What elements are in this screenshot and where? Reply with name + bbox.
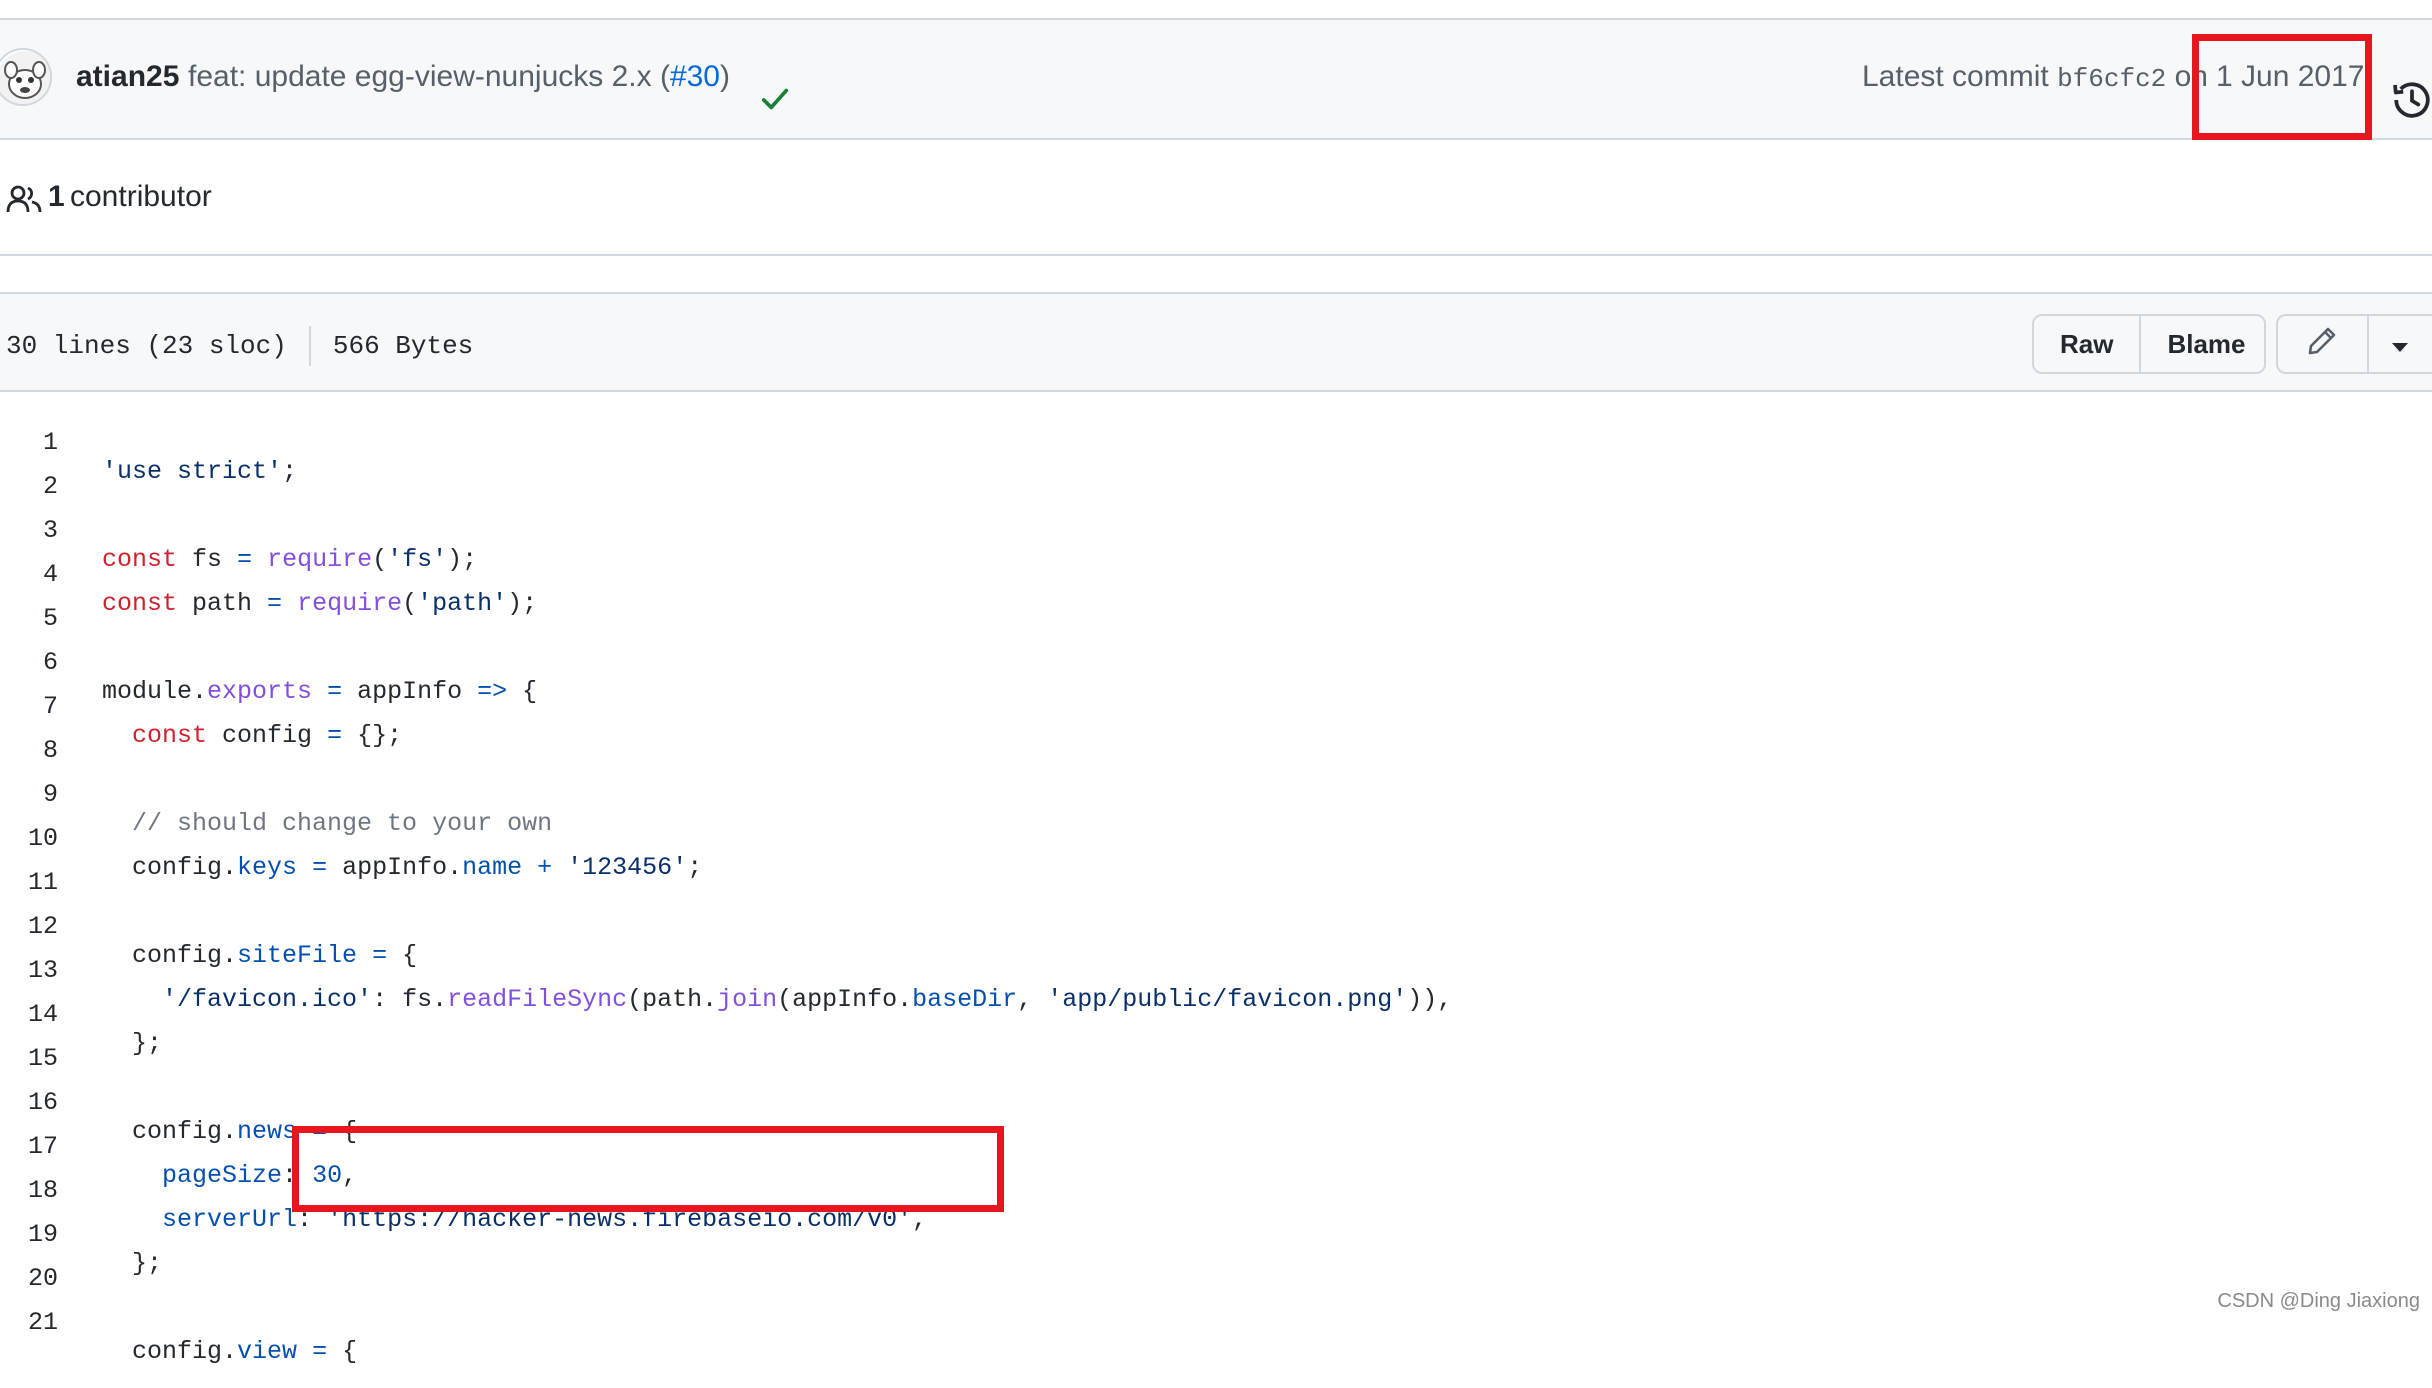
code-line: 9 // should change to your own <box>0 744 2432 788</box>
watermark: CSDN @Ding Jiaxiong <box>2217 1290 2420 1313</box>
latest-commit-bar: atian25 feat: update egg-view-nunjucks 2… <box>0 20 2432 140</box>
edit-button[interactable] <box>2278 316 2367 372</box>
people-icon <box>6 184 42 214</box>
contributors-bar: 1 contributor <box>0 140 2432 256</box>
commit-author[interactable]: atian25 <box>76 60 179 94</box>
commit-sha[interactable]: bf6cfc2 <box>2057 64 2166 94</box>
code-line: 4 const path = require('path'); <box>0 524 2432 568</box>
pull-request-link[interactable]: #30 <box>670 60 720 93</box>
commit-message-text[interactable]: feat: update egg-view-nunjucks 2.x ( <box>188 60 670 93</box>
latest-commit-label: Latest commit <box>1862 60 2057 93</box>
edit-options-dropdown[interactable] <box>2367 316 2432 372</box>
triangle-down-icon <box>2391 329 2409 360</box>
code-line: 3 const fs = require('fs'); <box>0 480 2432 524</box>
file-info-divider <box>309 326 311 366</box>
code-line: 10 config.keys = appInfo.name + '123456'… <box>0 788 2432 832</box>
code-line: 14 }; <box>0 964 2432 1008</box>
server-url-highlight-box <box>292 1126 1004 1212</box>
avatar[interactable] <box>0 48 52 106</box>
code-line: 6 module.exports = appInfo => { <box>0 612 2432 656</box>
file-size: 566 Bytes <box>333 331 473 361</box>
file-header: 30 lines (23 sloc) 566 Bytes Raw Blame <box>0 292 2432 392</box>
code-line: 8 <box>0 700 2432 744</box>
code-line: 2 <box>0 436 2432 480</box>
line-number[interactable]: 21 <box>0 1301 58 1345</box>
code-line: 5 <box>0 568 2432 612</box>
contributor-count[interactable]: 1 <box>48 180 65 214</box>
pencil-icon <box>2306 325 2338 364</box>
code-line: 13 '/favicon.ico': fs.readFileSync(path.… <box>0 920 2432 964</box>
code-line: 16 config.news = { <box>0 1052 2432 1096</box>
commit-message-end: ) <box>720 60 730 93</box>
history-icon[interactable] <box>2392 80 2432 120</box>
commit-message[interactable]: feat: update egg-view-nunjucks 2.x (#30) <box>188 60 730 94</box>
check-icon[interactable] <box>760 84 790 114</box>
code-line: 12 config.siteFile = { <box>0 876 2432 920</box>
raw-blame-group: Raw Blame <box>2032 314 2266 374</box>
edit-group <box>2276 314 2432 374</box>
code-line: 11 <box>0 832 2432 876</box>
code-line: 20 <box>0 1228 2432 1272</box>
contributor-label[interactable]: contributor <box>70 180 212 214</box>
code-line: 21 config.view = { <box>0 1272 2432 1316</box>
code-line: 1 'use strict'; <box>0 392 2432 436</box>
code-text: config.view = { <box>102 1330 357 1374</box>
latest-commit-info: Latest commit bf6cfc2 on <box>1862 60 2208 94</box>
commit-date-highlight-box <box>2192 34 2372 140</box>
file-info: 30 lines (23 sloc) 566 Bytes <box>6 326 473 366</box>
top-divider <box>0 0 2432 20</box>
code-line: 7 const config = {}; <box>0 656 2432 700</box>
code-line: 15 <box>0 1008 2432 1052</box>
raw-button[interactable]: Raw <box>2034 316 2139 372</box>
blame-button[interactable]: Blame <box>2139 316 2266 372</box>
file-line-count: 30 lines (23 sloc) <box>6 331 287 361</box>
